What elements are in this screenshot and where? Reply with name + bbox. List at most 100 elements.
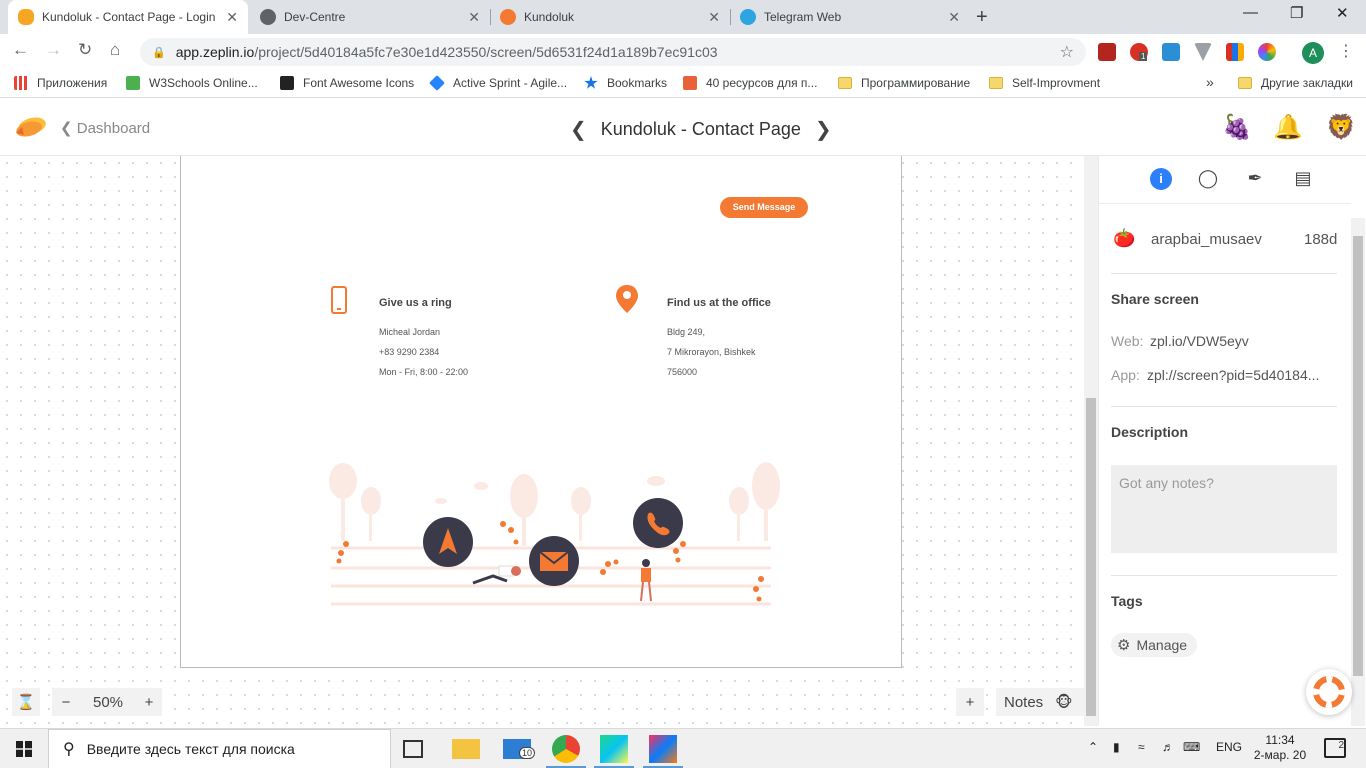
language-indicator[interactable]: ENG bbox=[1216, 740, 1242, 754]
description-input[interactable]: Got any notes? bbox=[1111, 465, 1337, 553]
screen-title: Kundoluk - Contact Page bbox=[600, 119, 801, 139]
zeplin-logo-icon[interactable] bbox=[12, 113, 48, 141]
divider bbox=[1111, 575, 1337, 576]
zoom-out-button[interactable]: − bbox=[52, 688, 80, 716]
bookmark-apps[interactable]: Приложения bbox=[14, 76, 107, 90]
bookmark-label: Font Awesome Icons bbox=[303, 76, 415, 90]
bookmark-star-icon[interactable]: ☆ bbox=[1060, 42, 1074, 62]
adblock-extension-icon[interactable]: 1 bbox=[1130, 43, 1148, 61]
notifications-icon[interactable]: 2 bbox=[1324, 738, 1346, 758]
scroll-thumb[interactable] bbox=[1086, 398, 1096, 716]
manage-tags-button[interactable]: ⚙ Manage bbox=[1111, 633, 1198, 657]
office-line: Bldg 249, bbox=[667, 327, 706, 337]
chrome-icon[interactable] bbox=[552, 735, 580, 763]
bookmark-programming[interactable]: Программирование bbox=[838, 76, 970, 90]
notification-count: 2 bbox=[1338, 740, 1344, 751]
tab-kundoluk-contact[interactable]: Kundoluk - Contact Page - Login ✕ bbox=[8, 0, 248, 34]
v-extension-icon[interactable] bbox=[1194, 43, 1212, 61]
hourglass-icon[interactable]: ⌛ bbox=[12, 688, 40, 716]
lion-avatar-icon[interactable]: 🦁 bbox=[1326, 113, 1356, 142]
taskbar-search[interactable]: ⚲ Введите здесь текст для поиска bbox=[48, 729, 391, 768]
pen-icon[interactable]: ✒ bbox=[1244, 168, 1266, 190]
tomato-avatar-icon: 🍅 bbox=[1113, 228, 1136, 248]
habr-icon bbox=[683, 76, 697, 90]
home-icon[interactable]: ⌂ bbox=[110, 40, 120, 60]
close-window-button[interactable]: ✕ bbox=[1336, 4, 1349, 22]
notes-toggle[interactable]: Notes 🐵 bbox=[996, 688, 1084, 716]
forward-arrow-icon[interactable]: → bbox=[45, 40, 62, 60]
tab-telegram[interactable]: Telegram Web ✕ bbox=[730, 0, 970, 34]
help-lifebuoy-icon[interactable] bbox=[1306, 669, 1352, 715]
author-age: 188d bbox=[1304, 231, 1338, 248]
styleguide-icon[interactable]: ◯ bbox=[1197, 168, 1219, 190]
design-canvas[interactable]: Send Message Give us a ring Micheal Jord… bbox=[0, 156, 1084, 726]
web-link[interactable]: zpl.io/VDW5eyv bbox=[1150, 333, 1249, 349]
tab-close-icon[interactable]: ✕ bbox=[468, 9, 480, 26]
bookmark-self-improvment[interactable]: Self-Improvment bbox=[989, 76, 1100, 90]
next-screen-icon[interactable]: ❯ bbox=[815, 117, 832, 142]
other-bookmarks[interactable]: Другие закладки bbox=[1238, 76, 1353, 90]
bookmark-40-resources[interactable]: 40 ресурсов для п... bbox=[683, 76, 817, 90]
bookmark-active-sprint[interactable]: Active Sprint - Agile... bbox=[429, 75, 567, 91]
send-message-button[interactable]: Send Message bbox=[720, 197, 808, 218]
comments-icon[interactable]: ▤ bbox=[1292, 168, 1314, 190]
tab-close-icon[interactable]: ✕ bbox=[226, 9, 238, 26]
app-link[interactable]: zpl://screen?pid=5d40184... bbox=[1147, 367, 1319, 383]
bookmark-w3schools[interactable]: W3Schools Online... bbox=[126, 76, 258, 90]
author-name: arapbai_musaev bbox=[1151, 231, 1262, 248]
back-arrow-icon[interactable]: ← bbox=[12, 40, 29, 60]
extension-badge: 1 bbox=[1139, 52, 1148, 61]
volume-icon[interactable]: ♬ bbox=[1162, 740, 1174, 754]
info-icon[interactable]: i bbox=[1150, 168, 1172, 190]
address-bar[interactable]: 🔒 app.zeplin.io/project/5d40184a5fc7e30e… bbox=[140, 38, 1086, 66]
wifi-icon[interactable]: ≈ bbox=[1138, 740, 1145, 754]
system-clock[interactable]: 11:34 2-мар. 20 bbox=[1250, 733, 1310, 763]
tab-kundoluk[interactable]: Kundoluk ✕ bbox=[490, 0, 730, 34]
pdf-extension-icon[interactable] bbox=[1098, 43, 1116, 61]
intellij-icon[interactable] bbox=[649, 735, 677, 763]
file-explorer-icon[interactable] bbox=[452, 739, 480, 759]
f-extension-icon[interactable] bbox=[1162, 43, 1180, 61]
tab-close-icon[interactable]: ✕ bbox=[948, 9, 960, 26]
profile-avatar[interactable]: A bbox=[1302, 42, 1324, 64]
minimize-button[interactable]: — bbox=[1243, 4, 1258, 21]
task-view-icon[interactable] bbox=[403, 740, 423, 758]
browser-tab-strip: Kundoluk - Contact Page - Login ✕ Dev-Ce… bbox=[0, 0, 1366, 34]
monkey-icon: 🐵 bbox=[1055, 694, 1073, 711]
new-tab-button[interactable]: + bbox=[976, 6, 988, 29]
lock-icon[interactable]: 🔒 bbox=[152, 46, 166, 59]
jira-diamond-icon bbox=[429, 75, 445, 91]
canvas-scrollbar[interactable] bbox=[1084, 156, 1098, 726]
mail-icon[interactable]: 10 bbox=[503, 739, 536, 759]
bookmarks-overflow-button[interactable]: » bbox=[1206, 74, 1214, 90]
bookmark-label: Приложения bbox=[37, 76, 108, 90]
color-wheel-extension-icon[interactable] bbox=[1258, 43, 1276, 61]
webstorm-icon[interactable] bbox=[600, 735, 628, 763]
ring-line: Micheal Jordan bbox=[379, 327, 441, 337]
maximize-button[interactable]: ❐ bbox=[1290, 4, 1303, 22]
app-label: App: bbox=[1111, 367, 1140, 383]
previous-screen-icon[interactable]: ❮ bbox=[570, 117, 587, 142]
add-note-button[interactable]: + bbox=[956, 688, 984, 716]
bookmark-font-awesome[interactable]: Font Awesome Icons bbox=[280, 76, 414, 90]
bookmark-bookmarks[interactable]: Bookmarks bbox=[584, 76, 667, 90]
chevron-left-icon: ❮ bbox=[60, 120, 73, 137]
sidebar-tabs: i ◯ ✒ ▤ bbox=[1099, 156, 1351, 204]
sidebar-scrollbar[interactable] bbox=[1351, 218, 1365, 726]
folder-icon bbox=[989, 77, 1003, 89]
tab-close-icon[interactable]: ✕ bbox=[708, 9, 720, 26]
tray-chevron-icon[interactable]: ⌃ bbox=[1088, 740, 1098, 754]
keyboard-icon[interactable]: ⌨ bbox=[1183, 740, 1200, 754]
battery-icon[interactable]: ▮ bbox=[1113, 740, 1120, 754]
grapes-avatar-icon[interactable]: 🍇 bbox=[1222, 113, 1252, 142]
menu-kebab-icon[interactable]: ⋮ bbox=[1338, 41, 1354, 61]
back-to-dashboard-link[interactable]: ❮ Dashboard bbox=[60, 119, 150, 137]
tab-dev-centre[interactable]: Dev-Centre ✕ bbox=[250, 0, 490, 34]
artboard[interactable]: Send Message Give us a ring Micheal Jord… bbox=[180, 156, 902, 668]
windows-start-icon[interactable] bbox=[16, 741, 32, 757]
scroll-thumb[interactable] bbox=[1353, 236, 1363, 676]
zoom-in-button[interactable]: + bbox=[136, 688, 162, 716]
reload-icon[interactable]: ↻ bbox=[78, 40, 92, 60]
bars-extension-icon[interactable] bbox=[1226, 43, 1244, 61]
notification-bell-icon[interactable]: 🔔 bbox=[1273, 113, 1303, 142]
